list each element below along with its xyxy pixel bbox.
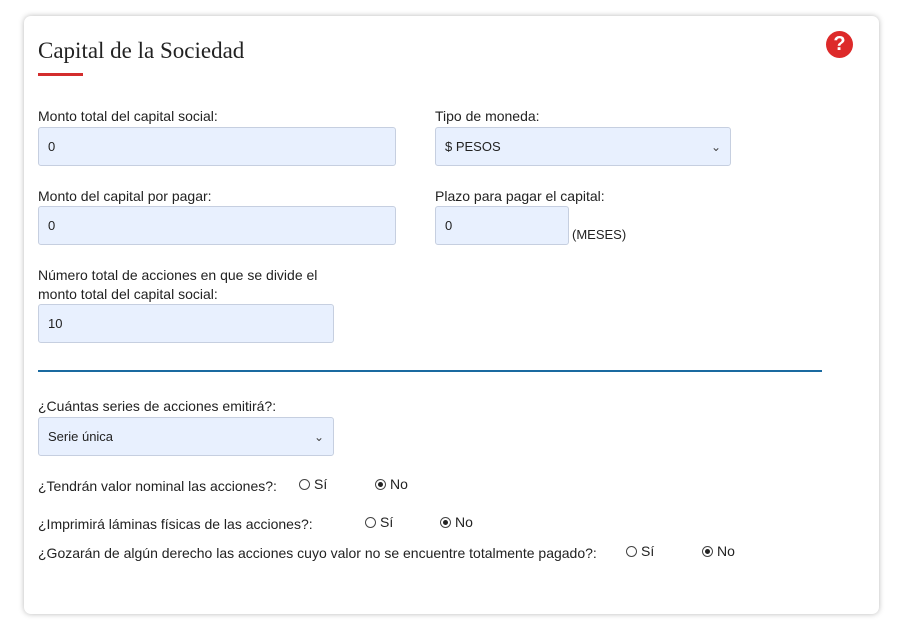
radio-dot (705, 548, 710, 554)
radio-circle-checked (375, 478, 386, 490)
chevron-down-icon: ⌄ (710, 139, 721, 154)
radio-label: Sí (380, 514, 394, 530)
radio-circle-checked (702, 545, 713, 557)
acciones-label-line2: monto total del capital social: (38, 286, 218, 302)
section-divider (38, 370, 822, 372)
radio-valor-nominal-no[interactable]: No (375, 476, 408, 492)
radio-circle-checked (440, 516, 451, 528)
plazo-label: Plazo para pagar el capital: (435, 188, 605, 204)
radio-label: Sí (641, 543, 655, 559)
capital-por-pagar-label: Monto del capital por pagar: (38, 188, 212, 204)
radio-circle (365, 516, 376, 528)
radio-label: No (455, 514, 473, 530)
question-laminas-label: ¿Imprimirá láminas físicas de las accion… (38, 516, 313, 532)
series-select[interactable]: Serie única ⌄ (38, 417, 334, 456)
capital-total-input[interactable]: 0 (38, 127, 396, 166)
moneda-label: Tipo de moneda: (435, 108, 540, 124)
plazo-unit: (MESES) (572, 227, 627, 242)
moneda-selected: $ PESOS (445, 139, 501, 154)
series-selected: Serie única (48, 429, 114, 444)
radio-laminas-si[interactable]: Sí (365, 514, 393, 530)
radio-derecho-no[interactable]: No (702, 543, 735, 559)
question-derecho-label: ¿Gozarán de algún derecho las acciones c… (38, 545, 597, 561)
plazo-input[interactable]: 0 (435, 206, 569, 245)
moneda-select[interactable]: $ PESOS ⌄ (435, 127, 731, 166)
radio-derecho-si[interactable]: Sí (626, 543, 654, 559)
radio-dot (443, 519, 448, 525)
help-glyph: ? (833, 33, 846, 55)
acciones-label-line1: Número total de acciones en que se divid… (38, 267, 318, 283)
radio-laminas-no[interactable]: No (440, 514, 473, 530)
capital-total-label: Monto total del capital social: (38, 108, 218, 124)
radio-dot (378, 481, 383, 487)
question-valor-nominal-label: ¿Tendrán valor nominal las acciones?: (38, 478, 277, 494)
radio-valor-nominal-si[interactable]: Sí (299, 476, 327, 492)
series-label: ¿Cuántas series de acciones emitirá?: (38, 398, 277, 414)
radio-circle (299, 478, 310, 490)
acciones-input[interactable]: 10 (38, 304, 334, 343)
title-underline (38, 73, 83, 76)
radio-label: No (717, 543, 735, 559)
section-title: Capital de la Sociedad (38, 38, 245, 63)
capital-por-pagar-input[interactable]: 0 (38, 206, 396, 245)
radio-label: No (390, 476, 408, 492)
radio-label: Sí (314, 476, 328, 492)
radio-circle (626, 545, 637, 557)
help-icon[interactable]: ? (826, 31, 853, 58)
chevron-down-icon: ⌄ (313, 429, 324, 444)
